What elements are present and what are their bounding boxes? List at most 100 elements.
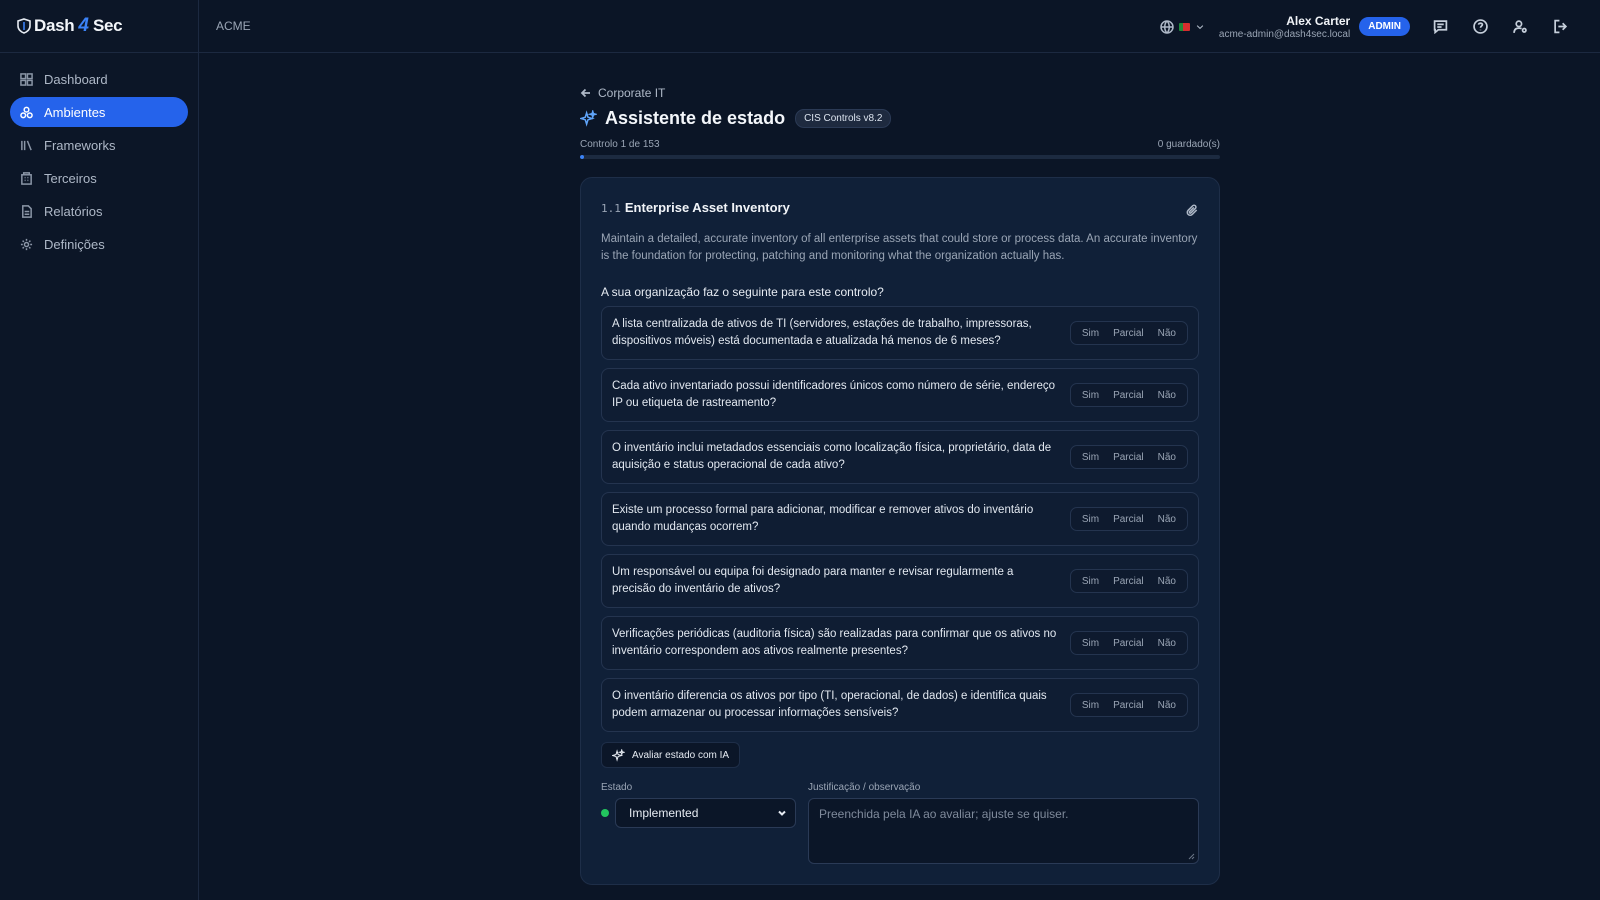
question-row: A lista centralizada de ativos de TI (se…	[601, 306, 1199, 360]
sidebar-item-frameworks[interactable]: Frameworks	[10, 130, 188, 160]
sidebar-item-ambientes[interactable]: Ambientes	[10, 97, 188, 127]
ai-evaluate-button[interactable]: Avaliar estado com IA	[601, 742, 741, 768]
report-icon	[22, 204, 32, 218]
back-link-label: Corporate IT	[598, 86, 666, 100]
user-info: Alex Carter acme-admin@dash4sec.local	[1219, 14, 1350, 40]
status-dot-icon	[601, 809, 609, 817]
topbar: ACME Alex Carter acme-admin@dash4sec.loc…	[199, 0, 1600, 53]
question-row: Existe um processo formal para adicionar…	[601, 492, 1199, 546]
estado-selected-value: Implemented	[629, 806, 699, 820]
answer-option-yes[interactable]: Sim	[1075, 328, 1106, 339]
sidebar-item-definicoes[interactable]: Definições	[10, 229, 188, 259]
back-link[interactable]: Corporate IT	[580, 86, 1220, 100]
answer-option-yes[interactable]: Sim	[1075, 390, 1106, 401]
resize-handle-icon[interactable]	[1188, 853, 1195, 860]
justification-textarea[interactable]: Preenchida pela IA ao avaliar; ajuste se…	[808, 798, 1199, 864]
question-text: Existe um processo formal para adicionar…	[612, 504, 1034, 533]
progress-text: Controlo 1 de 153	[580, 139, 660, 150]
answer-toggle-group: Sim Parcial Não	[1069, 631, 1188, 655]
sidebar-item-label: Definições	[44, 236, 105, 252]
framework-badge: CIS Controls v8.2	[795, 109, 892, 128]
library-icon	[21, 140, 32, 150]
answer-option-yes[interactable]: Sim	[1075, 700, 1106, 711]
control-description: Maintain a detailed, accurate inventory …	[601, 233, 1198, 262]
answer-option-partial[interactable]: Parcial	[1106, 576, 1151, 587]
control-card: 1.1 Enterprise Asset Inventory Maintain …	[580, 177, 1220, 885]
control-id: 1.1	[601, 202, 621, 215]
answer-option-no[interactable]: Não	[1151, 328, 1183, 339]
sidebar-item-label: Ambientes	[44, 104, 106, 120]
answer-option-no[interactable]: Não	[1151, 452, 1183, 463]
user-name: Alex Carter	[1286, 13, 1351, 28]
justification-field: Justificação / observação Preenchida pel…	[808, 782, 1199, 864]
arrow-left-icon	[580, 88, 590, 98]
answer-toggle-group: Sim Parcial Não	[1069, 693, 1188, 717]
answer-option-yes[interactable]: Sim	[1075, 576, 1106, 587]
main-content: Corporate IT Assistente de estado CIS Co…	[580, 86, 1220, 885]
user-cog-icon	[1512, 20, 1527, 33]
attach-evidence-button[interactable]	[1186, 204, 1199, 220]
question-text: O inventário inclui metadados essenciais…	[612, 442, 1052, 471]
question-row: O inventário inclui metadados essenciais…	[601, 430, 1199, 484]
assessment-form: Estado Implemented Justificação / observ…	[601, 782, 1199, 864]
estado-select[interactable]: Implemented	[615, 798, 796, 828]
answer-option-partial[interactable]: Parcial	[1106, 390, 1151, 401]
control-title: Enterprise Asset Inventory	[624, 200, 790, 215]
sidebar-item-label: Dashboard	[44, 71, 108, 87]
estado-field: Estado Implemented	[601, 782, 796, 864]
answer-option-no[interactable]: Não	[1151, 390, 1183, 401]
answer-option-no[interactable]: Não	[1151, 514, 1183, 525]
answer-option-no[interactable]: Não	[1151, 638, 1183, 649]
answer-option-no[interactable]: Não	[1151, 700, 1183, 711]
answer-toggle-group: Sim Parcial Não	[1069, 569, 1188, 593]
user-email: acme-admin@dash4sec.local	[1218, 28, 1351, 40]
sidebar-item-label: Terceiros	[44, 170, 97, 186]
answer-toggle-group: Sim Parcial Não	[1069, 383, 1188, 407]
answer-option-partial[interactable]: Parcial	[1106, 328, 1151, 339]
question-list: A lista centralizada de ativos de TI (se…	[601, 306, 1199, 732]
question-text: O inventário diferencia os ativos por ti…	[612, 690, 1047, 719]
messages-button[interactable]	[1420, 7, 1460, 47]
role-badge: ADMIN	[1359, 17, 1410, 36]
environments-icon	[20, 106, 33, 118]
answer-option-partial[interactable]: Parcial	[1106, 700, 1151, 711]
question-text: Cada ativo inventariado possui identific…	[612, 380, 1056, 409]
sidebar-nav: Dashboard Ambientes Frameworks Terceiros…	[0, 53, 198, 259]
answer-option-partial[interactable]: Parcial	[1106, 514, 1151, 525]
portugal-flag-icon	[1178, 22, 1190, 31]
ai-evaluate-label: Avaliar estado com IA	[632, 749, 730, 761]
answer-option-yes[interactable]: Sim	[1075, 638, 1106, 649]
answer-option-partial[interactable]: Parcial	[1106, 638, 1151, 649]
progress-bar	[580, 155, 1220, 159]
logout-icon	[1553, 19, 1567, 34]
question-row: Cada ativo inventariado possui identific…	[601, 368, 1199, 422]
sparkles-icon	[580, 110, 597, 127]
answer-toggle-group: Sim Parcial Não	[1069, 507, 1188, 531]
sidebar-item-relatorios[interactable]: Relatórios	[10, 196, 188, 226]
question-prompt: A sua organização faz o seguinte para es…	[601, 285, 884, 299]
brand-logo[interactable]: Dash 4 Sec	[0, 0, 198, 53]
page-title: Assistente de estado	[605, 108, 786, 128]
app-root: Dash 4 Sec Dashboard Ambientes Frameworks …	[0, 0, 1600, 900]
help-button[interactable]	[1460, 7, 1500, 47]
sidebar-item-dashboard[interactable]: Dashboard	[10, 64, 188, 94]
answer-option-yes[interactable]: Sim	[1075, 452, 1106, 463]
page-header: Assistente de estado CIS Controls v8.2	[580, 108, 1220, 129]
gear-icon	[20, 238, 33, 250]
question-row: O inventário diferencia os ativos por ti…	[601, 678, 1199, 732]
progress-info: Controlo 1 de 153 0 guardado(s)	[580, 139, 1220, 150]
dashboard-icon	[20, 72, 33, 86]
logout-button[interactable]	[1540, 7, 1580, 47]
sidebar-item-label: Frameworks	[44, 137, 116, 153]
answer-option-no[interactable]: Não	[1151, 576, 1183, 587]
justification-label: Justificação / observação	[808, 782, 921, 793]
language-selector[interactable]	[1160, 19, 1205, 34]
sidebar-item-terceiros[interactable]: Terceiros	[10, 163, 188, 193]
help-icon	[1472, 19, 1488, 34]
answer-option-yes[interactable]: Sim	[1075, 514, 1106, 525]
answer-option-partial[interactable]: Parcial	[1106, 452, 1151, 463]
user-settings-button[interactable]	[1500, 7, 1540, 47]
question-text: Verificações periódicas (auditoria físic…	[612, 628, 1057, 657]
saved-count: 0 guardado(s)	[1157, 139, 1220, 150]
brand-name-part2: Sec	[92, 16, 123, 35]
